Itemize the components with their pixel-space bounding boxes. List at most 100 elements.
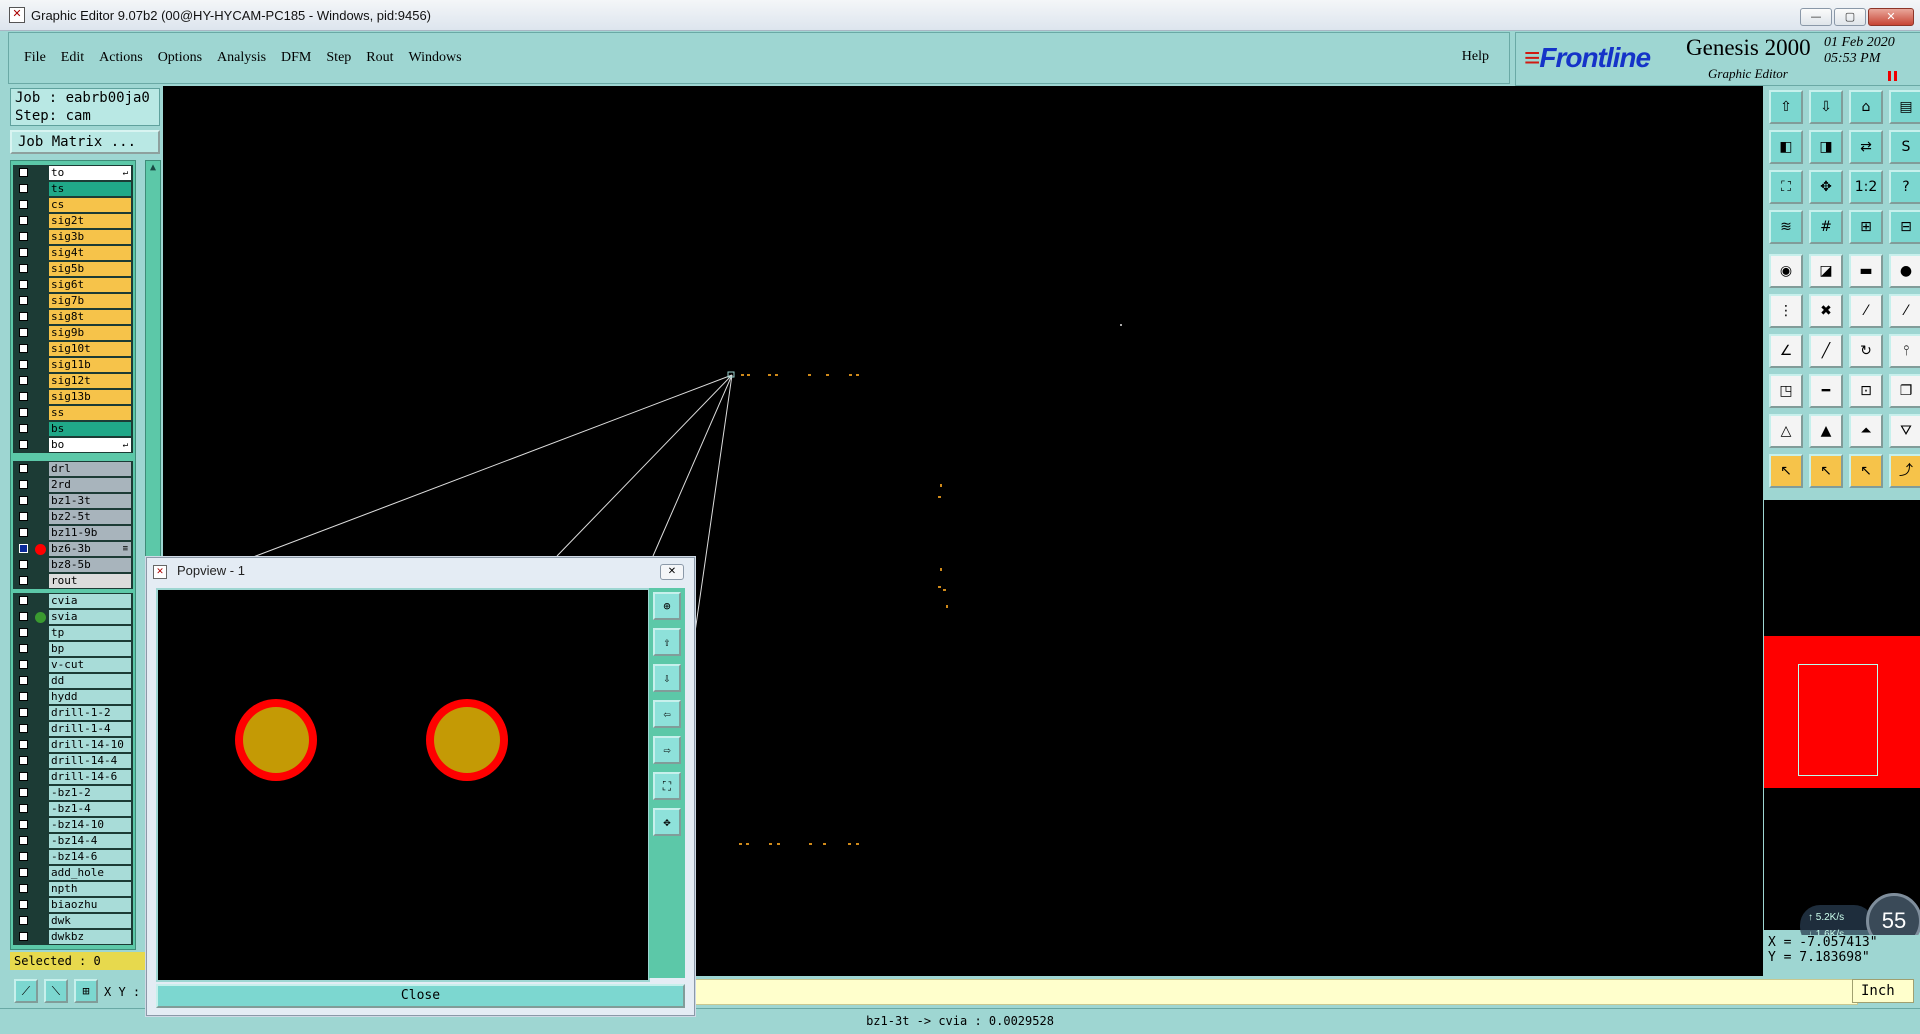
layer-checkbox[interactable]: [19, 644, 28, 653]
layer-name[interactable]: ss: [49, 406, 131, 420]
layer-row[interactable]: ss: [13, 405, 133, 421]
tool-cross[interactable]: ✖: [1809, 294, 1843, 328]
layer-row[interactable]: drill-1-4: [13, 721, 133, 737]
layer-checkbox[interactable]: [19, 596, 28, 605]
layer-name[interactable]: -bz14-10: [49, 818, 131, 832]
layer-row[interactable]: drill-14-4: [13, 753, 133, 769]
layer-name[interactable]: hydd: [49, 690, 131, 704]
layer-row[interactable]: bz11-9b: [13, 525, 133, 541]
tool-pad[interactable]: ◉: [1769, 254, 1803, 288]
layer-checkbox[interactable]: [19, 868, 28, 877]
tool-triangle2[interactable]: ▲: [1809, 414, 1843, 448]
job-matrix-button[interactable]: Job Matrix ...: [10, 130, 160, 154]
layer-row[interactable]: drill-1-2: [13, 705, 133, 721]
layer-checkbox[interactable]: [19, 344, 28, 353]
layer-row[interactable]: add_hole: [13, 865, 133, 881]
measure-icon[interactable]: ⟍: [44, 979, 68, 1003]
menu-options[interactable]: Options: [158, 50, 202, 66]
layer-row[interactable]: bs: [13, 421, 133, 437]
tool-select2[interactable]: ↖: [1809, 454, 1843, 488]
layer-name[interactable]: sig3b: [49, 230, 131, 244]
layer-name[interactable]: bz8-5b: [49, 558, 131, 572]
layer-checkbox[interactable]: [19, 480, 28, 489]
layer-checkbox[interactable]: [19, 708, 28, 717]
layer-name[interactable]: dwkbz: [49, 930, 131, 944]
layer-row[interactable]: tp: [13, 625, 133, 641]
popview-canvas[interactable]: [156, 588, 650, 982]
layer-name[interactable]: drill-14-6: [49, 770, 131, 784]
tool-triangle3[interactable]: ⏶: [1849, 414, 1883, 448]
layer-name[interactable]: drill-14-4: [49, 754, 131, 768]
layer-checkbox[interactable]: [19, 528, 28, 537]
layer-checkbox[interactable]: [19, 168, 28, 177]
layer-name[interactable]: sig4t: [49, 246, 131, 260]
tool-pan-right[interactable]: ◨: [1809, 130, 1843, 164]
layer-name[interactable]: -bz14-4: [49, 834, 131, 848]
tool-select3[interactable]: ↖: [1849, 454, 1883, 488]
tool-corner[interactable]: ◳: [1769, 374, 1803, 408]
layer-row[interactable]: dd: [13, 673, 133, 689]
layer-checkbox[interactable]: [19, 216, 28, 225]
menu-actions[interactable]: Actions: [99, 50, 143, 66]
layer-row[interactable]: -bz14-4: [13, 833, 133, 849]
layer-name[interactable]: add_hole: [49, 866, 131, 880]
layer-name[interactable]: cs: [49, 198, 131, 212]
layer-checkbox[interactable]: [19, 576, 28, 585]
layer-row[interactable]: ts: [13, 181, 133, 197]
layer-checkbox[interactable]: [19, 900, 28, 909]
layer-checkbox[interactable]: [19, 312, 28, 321]
layer-row[interactable]: npth: [13, 881, 133, 897]
tool-zoom-home[interactable]: ⛶: [1769, 170, 1803, 204]
layer-checkbox[interactable]: [19, 392, 28, 401]
layer-name[interactable]: -bz1-2: [49, 786, 131, 800]
tool-line[interactable]: ⁄: [1849, 294, 1883, 328]
layer-row[interactable]: sig5b: [13, 261, 133, 277]
layer-row[interactable]: svia: [13, 609, 133, 625]
layer-row[interactable]: sig7b: [13, 293, 133, 309]
layer-checkbox[interactable]: [19, 328, 28, 337]
layer-row[interactable]: hydd: [13, 689, 133, 705]
tool-arc[interactable]: ↻: [1849, 334, 1883, 368]
layer-checkbox[interactable]: [19, 440, 28, 449]
tool-zoom-fit[interactable]: ✥: [1809, 170, 1843, 204]
tool-ruler[interactable]: ▬: [1849, 254, 1883, 288]
layer-name[interactable]: v-cut: [49, 658, 131, 672]
layer-name[interactable]: sig9b: [49, 326, 131, 340]
menu-help[interactable]: Help: [1462, 49, 1489, 65]
layer-name[interactable]: drill-1-2: [49, 706, 131, 720]
pv-right-icon[interactable]: ⇨: [653, 736, 681, 764]
layer-name[interactable]: cvia: [49, 594, 131, 608]
layer-checkbox[interactable]: [19, 676, 28, 685]
layer-name[interactable]: bz11-9b: [49, 526, 131, 540]
layer-checkbox[interactable]: [19, 932, 28, 941]
layer-row[interactable]: drill-14-10: [13, 737, 133, 753]
layer-row[interactable]: sig12t: [13, 373, 133, 389]
layer-checkbox[interactable]: [19, 360, 28, 369]
layer-name[interactable]: bz2-5t: [49, 510, 131, 524]
unit-selector[interactable]: Inch: [1852, 979, 1914, 1003]
layer-checkbox[interactable]: [19, 544, 28, 553]
layer-checkbox[interactable]: [19, 804, 28, 813]
tool-home[interactable]: ⌂: [1849, 90, 1883, 124]
layer-row[interactable]: dwk: [13, 913, 133, 929]
layer-name[interactable]: dwk: [49, 914, 131, 928]
layer-name[interactable]: sig13b: [49, 390, 131, 404]
layer-row[interactable]: sig6t: [13, 277, 133, 293]
layer-row[interactable]: sig9b: [13, 325, 133, 341]
layer-row[interactable]: sig3b: [13, 229, 133, 245]
tool-help[interactable]: ?: [1889, 170, 1920, 204]
tool-grid[interactable]: #: [1809, 210, 1843, 244]
layer-name[interactable]: svia: [49, 610, 131, 624]
layer-row[interactable]: cs: [13, 197, 133, 213]
layer-row[interactable]: v-cut: [13, 657, 133, 673]
tool-fill[interactable]: ◪: [1809, 254, 1843, 288]
tool-snap[interactable]: S: [1889, 130, 1920, 164]
layer-checkbox[interactable]: [19, 264, 28, 273]
tool-diagonal[interactable]: ╱: [1809, 334, 1843, 368]
layer-checkbox[interactable]: [19, 836, 28, 845]
layer-checkbox[interactable]: [19, 464, 28, 473]
layer-row[interactable]: sig13b: [13, 389, 133, 405]
tool-pan-left[interactable]: ◧: [1769, 130, 1803, 164]
layer-name[interactable]: bz1-3t: [49, 494, 131, 508]
layer-row[interactable]: biaozhu: [13, 897, 133, 913]
